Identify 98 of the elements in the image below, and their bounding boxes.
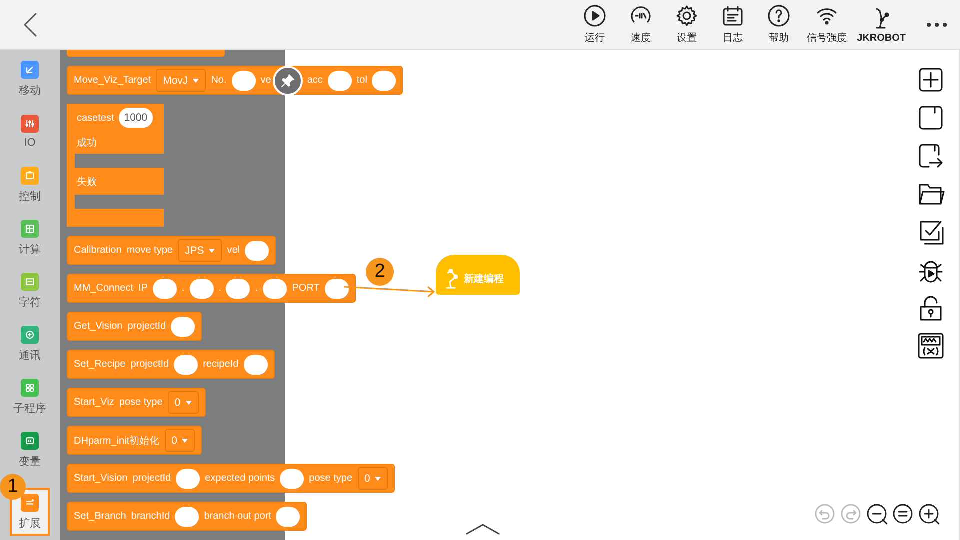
value-input[interactable] [176,468,200,488]
block-dropdown[interactable]: 0 [358,467,388,490]
code-block[interactable]: Move_Viz_Target MovJ No. ve acc tol [67,66,404,95]
block-label: branch out port [204,511,272,522]
pin-icon [280,72,296,88]
value-input[interactable]: 1000 [119,108,153,128]
toolbar-button[interactable]: 信号强度 [807,4,848,45]
zoom-in-button[interactable] [918,503,941,526]
variable-icon [917,332,945,360]
block-label: vel [227,245,240,256]
block-label: Start_Viz [74,397,114,408]
block-label: projectId [132,473,172,484]
code-block[interactable]: DHparm_init初始化 0 [67,426,202,455]
category-tab[interactable]: 子程序 [8,372,52,422]
toolbar-button[interactable]: 日志 [715,4,752,45]
step-marker: 2 [366,258,394,286]
code-block[interactable]: Start_Vision projectId expected points pose type 0 [67,464,396,493]
category-tab[interactable]: IO [8,107,52,157]
help-icon [767,4,792,28]
block-label: move type [126,245,173,256]
block-label: Get_Vision [74,321,123,332]
block-label: IP [138,283,148,294]
block-label: Set_Branch [74,511,126,522]
value-input[interactable] [276,506,300,526]
block-label: Move_Viz_Target [74,75,152,86]
block-label: ve [260,75,272,86]
block-label: recipeId [203,359,239,370]
toolbar-button[interactable]: 运行 [577,4,614,45]
play-icon [583,4,608,28]
block-label: . [255,283,258,294]
block-label: Set_Recipe [74,359,126,370]
block-label: DHparm_init初始化 [74,434,160,448]
block-label: acc [307,75,323,86]
floppy-arrow-icon [917,142,945,170]
value-input[interactable] [174,354,198,374]
category-tab[interactable]: 通讯 [8,319,52,369]
block-label: branchId [131,511,170,522]
robot-arm-icon [446,269,458,289]
block-label: expected points [205,473,276,484]
value-input[interactable] [232,70,256,90]
value-input[interactable] [372,70,396,90]
block-label: Calibration [74,245,122,256]
pin-button[interactable] [273,66,304,96]
category-tab[interactable]: 移动 [8,54,52,104]
category-tab[interactable]: 计算 [8,213,52,263]
block-label: projectId [130,359,170,370]
value-input[interactable] [328,70,352,90]
zoom-reset-button[interactable] [892,503,915,526]
notepad-icon [721,4,746,28]
value-input[interactable] [244,354,268,374]
value-input[interactable] [226,278,250,298]
block-label: . [218,283,222,294]
value-input[interactable] [152,278,177,298]
toolbar-button[interactable]: 帮助 [761,4,798,45]
block-dropdown[interactable]: 0 [164,429,196,452]
block-label: MM_Connect [74,283,134,294]
block-label: PORT [292,283,320,294]
category-tab[interactable]: 变量 [8,425,52,475]
code-block[interactable]: Calibration move type JPS vel [67,236,276,265]
category-tab[interactable]: 字符 [8,266,52,316]
code-block[interactable]: Set_Recipe projectId recipeId [67,350,275,379]
value-input[interactable] [245,240,270,260]
value-input[interactable] [175,506,200,526]
block-dropdown[interactable]: MovJ [156,69,206,92]
block-label: projectId [128,321,166,332]
floppy-icon [917,104,945,132]
block-label: pose type [309,473,353,484]
block-label: tol [356,75,368,86]
block-dropdown[interactable]: 0 [168,391,199,414]
zoom-out-button[interactable] [866,503,889,526]
block-label: casetest [77,112,114,124]
code-block[interactable]: Set_Branch branchId branch out port [67,502,308,531]
category-tab[interactable]: 控制 [8,160,52,210]
tool-button[interactable] [916,331,946,361]
toolbar-button[interactable]: 速度 [623,4,660,45]
more-icon [926,20,948,28]
block-label: pose type [119,397,163,408]
code-block[interactable]: casetest 1000 成功 失败 [67,104,164,227]
plus-square-icon [917,66,945,94]
block-label: Start_Vision [74,473,128,484]
code-block[interactable]: Start_Viz pose type 0 [67,388,206,417]
block-label: 成功 [77,136,98,150]
value-input[interactable] [280,468,304,488]
block-label: No. [211,75,227,86]
value-input[interactable] [190,278,214,298]
code-block[interactable]: Get_Vision projectId [67,312,202,341]
value-input[interactable] [171,316,196,336]
chevron-up-icon [465,523,501,535]
block-dropdown[interactable]: JPS [178,239,222,262]
value-input[interactable] [324,278,349,298]
toolbar-button[interactable]: 设置 [669,4,706,45]
value-input[interactable] [263,278,288,298]
toolbar-button[interactable]: JKROBOT [857,6,906,44]
block-label: . [182,283,185,294]
gear-icon [675,4,700,28]
code-block[interactable]: MM_Connect IP . . . PORT [67,274,356,303]
block-label: 新建编程 [464,272,504,286]
block-label: 失败 [77,176,98,188]
